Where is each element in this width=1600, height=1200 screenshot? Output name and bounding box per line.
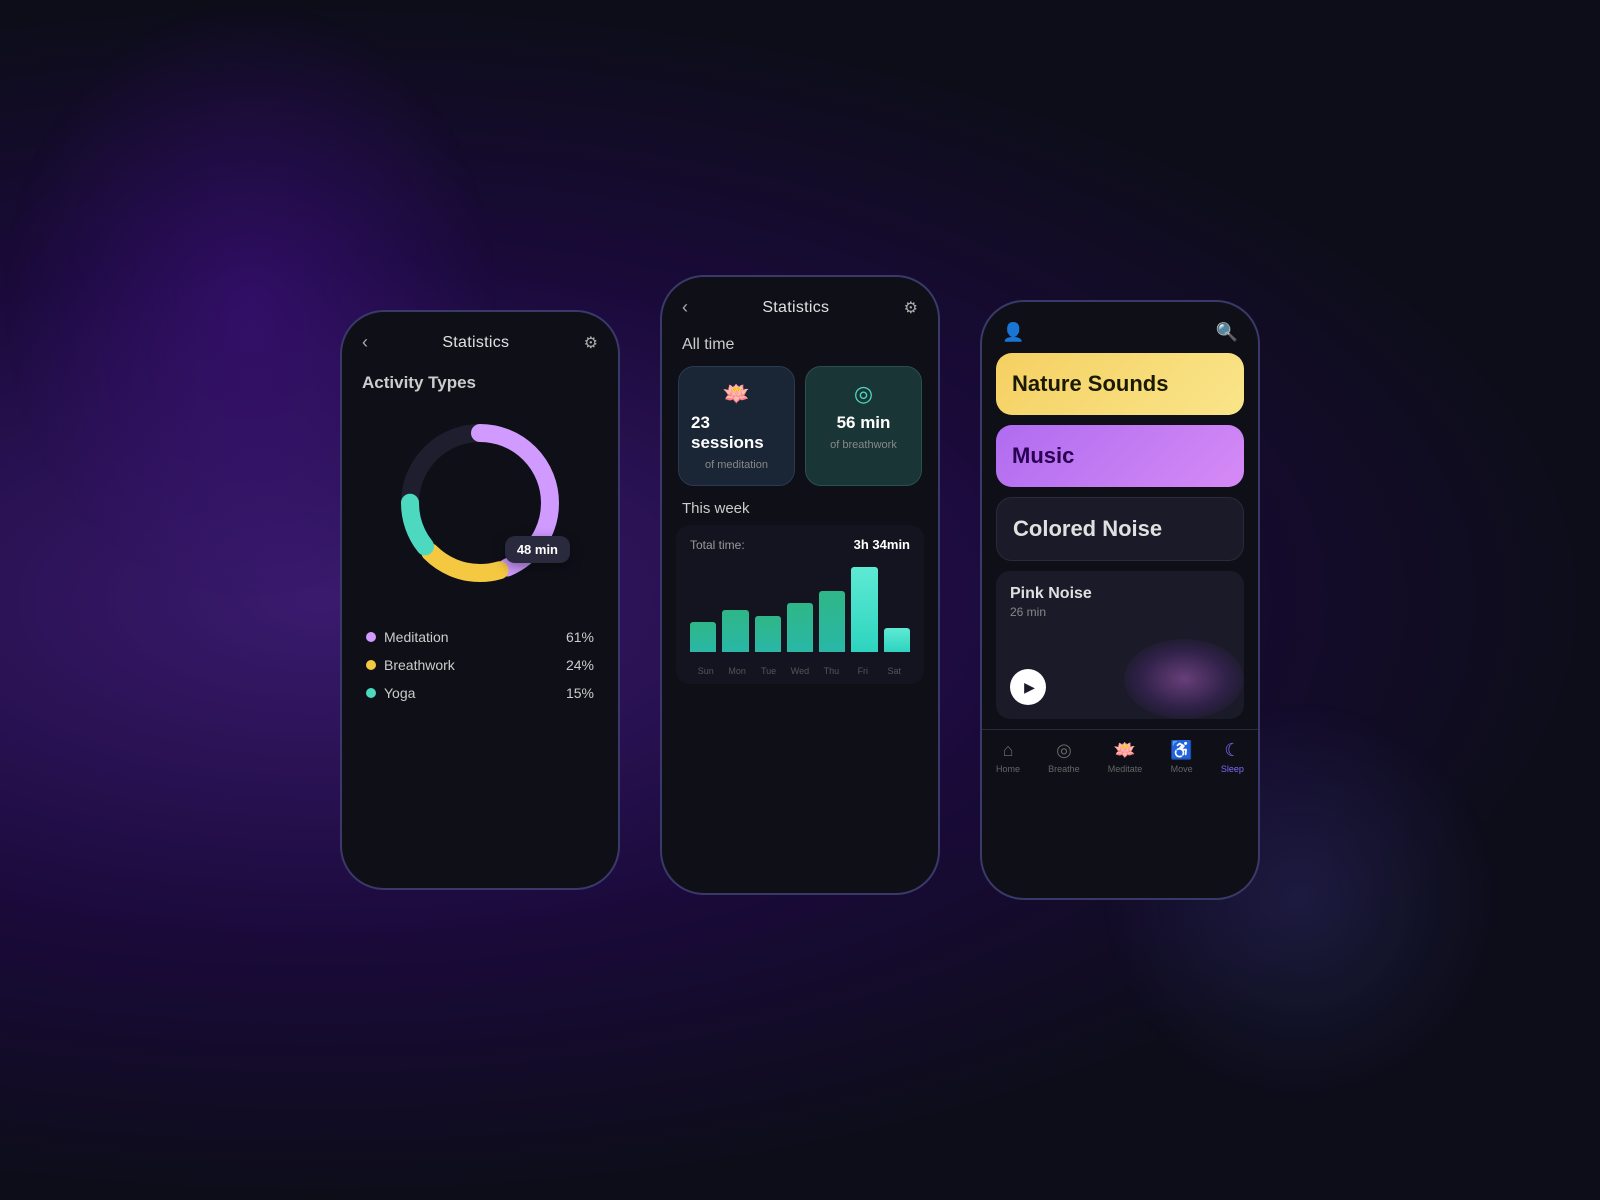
home-icon: ⌂: [1003, 740, 1014, 761]
donut-svg: [380, 403, 580, 603]
legend-meditation: Meditation 61%: [366, 623, 594, 651]
day-wed: Wed: [784, 666, 815, 676]
chart-total-label: Total time:: [690, 538, 745, 552]
breathwork-min: 56 min: [837, 413, 891, 433]
meditate-icon: 🪷: [1114, 740, 1136, 761]
stat-cards: 🪷 23 sessions of meditation ◎ 56 min of …: [662, 366, 938, 486]
music-label: Music: [1012, 443, 1074, 468]
legend: Meditation 61% Breathwork 24% Yoga 15%: [342, 613, 618, 717]
legend-yoga: Yoga 15%: [366, 679, 594, 707]
chart-total-value: 3h 34min: [854, 537, 910, 552]
day-sat: Sat: [879, 666, 910, 676]
sleep-icon: ☾: [1224, 740, 1240, 761]
breathwork-stat-card[interactable]: ◎ 56 min of breathwork: [805, 366, 922, 486]
bar-thu: [819, 591, 845, 652]
phone-statistics: ‹ Statistics ⚙ All time 🪷 23 sessions of…: [660, 275, 940, 895]
bar-chart-inner: [690, 562, 910, 652]
phone2-header: ‹ Statistics ⚙: [662, 277, 938, 328]
sleep-label: Sleep: [1221, 764, 1244, 774]
alltime-label: All time: [662, 328, 938, 366]
back-button[interactable]: ‹: [362, 332, 368, 353]
yoga-pct: 15%: [566, 685, 594, 701]
home-label: Home: [996, 764, 1020, 774]
player-duration: 26 min: [1010, 605, 1230, 619]
meditation-sessions: 23 sessions: [691, 413, 782, 453]
page-title: Statistics: [442, 334, 509, 352]
nav-meditate[interactable]: 🪷 Meditate: [1108, 740, 1143, 774]
day-sun: Sun: [690, 666, 721, 676]
bar-sat: [884, 628, 910, 652]
bar-wed: [787, 603, 813, 652]
play-icon: ▶: [1024, 679, 1035, 696]
bar-fri: [851, 567, 877, 652]
category-list: Nature Sounds Music Colored Noise: [982, 353, 1258, 571]
meditate-label: Meditate: [1108, 764, 1143, 774]
yoga-dot: [366, 688, 376, 698]
section-label: Activity Types: [342, 363, 618, 393]
meditation-stat-card[interactable]: 🪷 23 sessions of meditation: [678, 366, 795, 486]
days-row: SunMonTueWedThuFriSat: [690, 662, 910, 676]
nav-breathe[interactable]: ◎ Breathe: [1048, 740, 1080, 774]
phone1-header: ‹ Statistics ⚙: [342, 312, 618, 363]
day-tue: Tue: [753, 666, 784, 676]
back-button-2[interactable]: ‹: [682, 297, 688, 318]
breathe-icon: ◎: [1056, 740, 1072, 761]
play-button[interactable]: ▶: [1010, 669, 1046, 705]
bar-mon: [722, 610, 748, 653]
meditation-icon: 🪷: [723, 381, 750, 407]
move-icon: ♿: [1170, 740, 1192, 761]
phone-activity-types: ‹ Statistics ⚙ Activity Types 48 min Med…: [340, 310, 620, 890]
category-nature-sounds[interactable]: Nature Sounds: [996, 353, 1244, 415]
breathe-label: Breathe: [1048, 764, 1080, 774]
yoga-label: Yoga: [384, 685, 415, 701]
category-colored-noise[interactable]: Colored Noise: [996, 497, 1244, 561]
move-label: Move: [1171, 764, 1193, 774]
pink-noise-player: Pink Noise 26 min ▶: [996, 571, 1244, 719]
breathwork-sub: of breathwork: [830, 439, 897, 451]
meditation-sub: of meditation: [705, 459, 768, 471]
meditation-pct: 61%: [566, 629, 594, 645]
day-thu: Thu: [816, 666, 847, 676]
weekly-chart: Total time: 3h 34min SunMonTueWedThuFriS…: [676, 525, 924, 684]
breathwork-pct: 24%: [566, 657, 594, 673]
bottom-nav: ⌂ Home ◎ Breathe 🪷 Meditate ♿ Move ☾ Sle…: [982, 729, 1258, 788]
day-fri: Fri: [847, 666, 878, 676]
breathwork-icon: ◎: [854, 381, 873, 407]
day-mon: Mon: [721, 666, 752, 676]
category-music[interactable]: Music: [996, 425, 1244, 487]
phone3-header: 👤 🔍: [982, 302, 1258, 353]
noise-blob: [1124, 639, 1244, 719]
search-icon[interactable]: 🔍: [1216, 322, 1238, 343]
nature-sounds-label: Nature Sounds: [1012, 371, 1168, 396]
colored-noise-label: Colored Noise: [1013, 516, 1162, 541]
week-label: This week: [662, 486, 938, 525]
breathwork-dot: [366, 660, 376, 670]
gear-icon[interactable]: ⚙: [584, 333, 598, 353]
legend-breathwork: Breathwork 24%: [366, 651, 594, 679]
donut-tooltip: 48 min: [505, 536, 570, 563]
phone-sounds: 👤 🔍 Nature Sounds Music Colored Noise Pi…: [980, 300, 1260, 900]
meditation-label: Meditation: [384, 629, 449, 645]
bar-tue: [755, 616, 781, 652]
breathwork-label: Breathwork: [384, 657, 455, 673]
bar-sun: [690, 622, 716, 652]
gear-icon-2[interactable]: ⚙: [904, 298, 918, 318]
bar-chart: [690, 562, 910, 662]
nav-sleep[interactable]: ☾ Sleep: [1221, 740, 1244, 774]
page-title-2: Statistics: [762, 299, 829, 317]
player-title: Pink Noise: [1010, 585, 1230, 603]
user-icon[interactable]: 👤: [1002, 322, 1024, 343]
nav-home[interactable]: ⌂ Home: [996, 740, 1020, 774]
donut-chart: 48 min: [380, 403, 580, 603]
nav-move[interactable]: ♿ Move: [1170, 740, 1192, 774]
meditation-dot: [366, 632, 376, 642]
